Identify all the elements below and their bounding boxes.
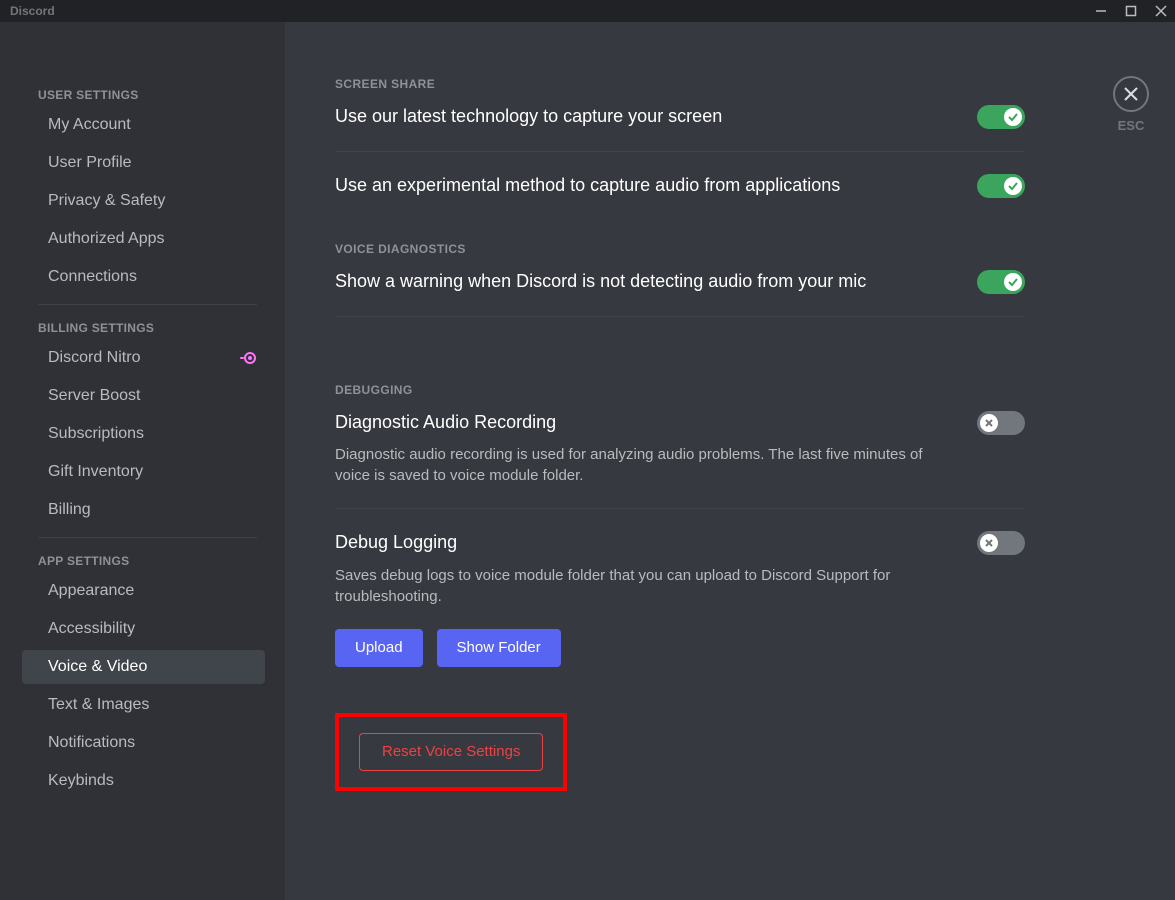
sidebar-item-label: Notifications bbox=[48, 734, 135, 752]
sidebar-item-label: Discord Nitro bbox=[48, 349, 140, 367]
esc-label: ESC bbox=[1118, 118, 1145, 133]
nitro-badge-icon bbox=[239, 351, 257, 365]
sidebar-item-label: Connections bbox=[48, 268, 137, 286]
close-window-icon[interactable] bbox=[1155, 5, 1167, 17]
sidebar-item-keybinds[interactable]: Keybinds bbox=[18, 764, 267, 798]
maximize-icon[interactable] bbox=[1125, 5, 1137, 17]
setting-row-diagnostic-recording: Diagnostic Audio Recording Diagnostic au… bbox=[335, 411, 1025, 486]
setting-title: Diagnostic Audio Recording bbox=[335, 411, 957, 434]
sidebar-item-label: User Profile bbox=[48, 154, 132, 172]
sidebar-item-label: Billing bbox=[48, 501, 91, 519]
sidebar-group-user-settings: USER SETTINGS bbox=[8, 82, 273, 108]
sidebar-item-label: Privacy & Safety bbox=[48, 192, 165, 210]
setting-row-debug-logging: Debug Logging Saves debug logs to voice … bbox=[335, 531, 1025, 606]
toggle-debug-logging[interactable] bbox=[977, 531, 1025, 555]
sidebar-item-label: Keybinds bbox=[48, 772, 114, 790]
sidebar-item-privacy-safety[interactable]: Privacy & Safety bbox=[18, 184, 267, 218]
sidebar-item-label: Text & Images bbox=[48, 696, 149, 714]
toggle-diagnostic-recording[interactable] bbox=[977, 411, 1025, 435]
sidebar-item-notifications[interactable]: Notifications bbox=[18, 726, 267, 760]
sidebar-item-accessibility[interactable]: Accessibility bbox=[18, 612, 267, 646]
sidebar-group-billing-settings: BILLING SETTINGS bbox=[8, 315, 273, 341]
setting-row-mic-warning: Show a warning when Discord is not detec… bbox=[335, 270, 1025, 294]
sidebar-item-label: My Account bbox=[48, 116, 131, 134]
toggle-mic-warning[interactable] bbox=[977, 270, 1025, 294]
setting-description: Diagnostic audio recording is used for a… bbox=[335, 444, 957, 486]
sidebar-item-label: Authorized Apps bbox=[48, 230, 165, 248]
sidebar-item-label: Appearance bbox=[48, 582, 134, 600]
sidebar-divider bbox=[38, 537, 257, 538]
setting-title: Use an experimental method to capture au… bbox=[335, 174, 840, 197]
setting-row-experimental-audio: Use an experimental method to capture au… bbox=[335, 174, 1025, 198]
sidebar-item-connections[interactable]: Connections bbox=[18, 260, 267, 294]
settings-sidebar: USER SETTINGS My Account User Profile Pr… bbox=[0, 22, 285, 900]
divider bbox=[335, 508, 1025, 509]
settings-content: SCREEN SHARE Use our latest technology t… bbox=[285, 22, 1175, 900]
upload-button[interactable]: Upload bbox=[335, 629, 423, 667]
close-settings: ESC bbox=[1113, 76, 1149, 133]
sidebar-item-authorized-apps[interactable]: Authorized Apps bbox=[18, 222, 267, 256]
sidebar-item-appearance[interactable]: Appearance bbox=[18, 574, 267, 608]
toggle-latest-capture[interactable] bbox=[977, 105, 1025, 129]
sidebar-divider bbox=[38, 304, 257, 305]
divider bbox=[335, 151, 1025, 152]
minimize-icon[interactable] bbox=[1095, 5, 1107, 17]
sidebar-item-label: Voice & Video bbox=[48, 658, 147, 676]
divider bbox=[335, 316, 1025, 317]
titlebar: Discord bbox=[0, 0, 1175, 22]
toggle-experimental-audio[interactable] bbox=[977, 174, 1025, 198]
sidebar-item-my-account[interactable]: My Account bbox=[18, 108, 267, 142]
sidebar-item-nitro[interactable]: Discord Nitro bbox=[18, 341, 267, 375]
sidebar-item-label: Gift Inventory bbox=[48, 463, 143, 481]
sidebar-item-voice-video[interactable]: Voice & Video bbox=[22, 650, 265, 684]
sidebar-item-user-profile[interactable]: User Profile bbox=[18, 146, 267, 180]
sidebar-item-label: Subscriptions bbox=[48, 425, 144, 443]
reset-highlight-box: Reset Voice Settings bbox=[335, 713, 567, 791]
close-settings-button[interactable] bbox=[1113, 76, 1149, 112]
sidebar-item-gift-inventory[interactable]: Gift Inventory bbox=[18, 455, 267, 489]
sidebar-item-billing[interactable]: Billing bbox=[18, 493, 267, 527]
setting-title: Use our latest technology to capture you… bbox=[335, 105, 722, 128]
section-header-screen-share: SCREEN SHARE bbox=[335, 77, 1025, 91]
sidebar-item-label: Server Boost bbox=[48, 387, 140, 405]
app-title: Discord bbox=[10, 4, 55, 18]
section-header-voice-diagnostics: VOICE DIAGNOSTICS bbox=[335, 242, 1025, 256]
setting-title: Show a warning when Discord is not detec… bbox=[335, 270, 866, 293]
setting-title: Debug Logging bbox=[335, 531, 957, 554]
section-header-debugging: DEBUGGING bbox=[335, 383, 1025, 397]
reset-voice-settings-button[interactable]: Reset Voice Settings bbox=[359, 733, 543, 771]
sidebar-item-server-boost[interactable]: Server Boost bbox=[18, 379, 267, 413]
setting-row-latest-capture: Use our latest technology to capture you… bbox=[335, 105, 1025, 129]
sidebar-group-app-settings: APP SETTINGS bbox=[8, 548, 273, 574]
show-folder-button[interactable]: Show Folder bbox=[437, 629, 561, 667]
setting-description: Saves debug logs to voice module folder … bbox=[335, 565, 957, 607]
sidebar-item-subscriptions[interactable]: Subscriptions bbox=[18, 417, 267, 451]
sidebar-item-label: Accessibility bbox=[48, 620, 135, 638]
window-controls bbox=[1095, 5, 1167, 17]
sidebar-item-text-images[interactable]: Text & Images bbox=[18, 688, 267, 722]
